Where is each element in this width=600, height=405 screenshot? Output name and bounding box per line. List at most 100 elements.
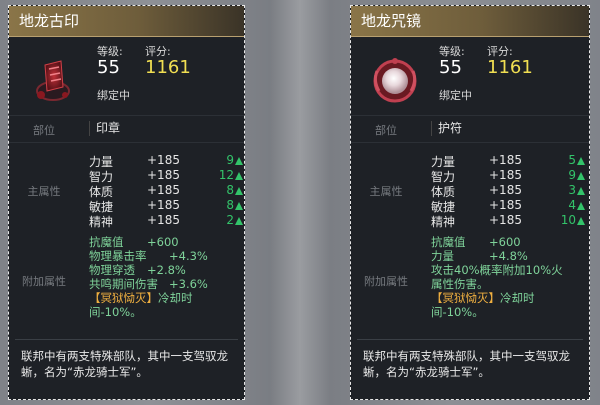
main-attributes: 主属性 力量 +185 5 智力 +185 9 体质 +185 3 敏捷 +18… <box>351 151 589 229</box>
main-attr-label: 主属性 <box>27 185 61 198</box>
attr-increase: 2 <box>226 213 243 227</box>
attr-increase: 9 <box>226 153 243 167</box>
attr-name: 精神 <box>89 215 114 229</box>
up-arrow-icon <box>235 217 243 225</box>
skill-name: 【冥狱恸灭】 <box>89 291 158 305</box>
attr-increase-value: 9 <box>568 168 576 182</box>
attr-value: +185 <box>489 153 522 167</box>
item-header: 等级: 评分: 55 1161 绑定中 <box>9 37 244 107</box>
extra-attr-value: +600 <box>147 235 179 249</box>
item-tooltip-card-seal: 地龙古印 等级: 评分: 55 1161 绑定中 部位 印章 主属性 力量 +1… <box>8 5 245 400</box>
attr-value: +185 <box>147 198 180 212</box>
bind-status: 绑定中 <box>439 89 472 102</box>
extra-attr-value: +600 <box>489 235 521 249</box>
attr-row: 敏捷 +185 4 <box>431 198 585 214</box>
extra-attr-value: +2.8% <box>147 263 186 277</box>
extra-attr-name: 物理暴击率 <box>89 249 147 263</box>
attr-increase: 9 <box>568 168 585 182</box>
slot-label: 部位 <box>33 124 55 137</box>
extra-attr-row: 抗魔值 +600 <box>431 235 571 249</box>
attr-name: 精神 <box>431 215 456 229</box>
extra-attr-name: 力量 <box>431 249 454 263</box>
up-arrow-icon <box>577 217 585 225</box>
attr-increase-value: 2 <box>226 213 234 227</box>
attr-increase: 5 <box>568 153 585 167</box>
slot-row: 部位 护符 <box>351 115 589 143</box>
seal-item-icon <box>36 60 70 101</box>
attr-increase-value: 10 <box>560 213 576 227</box>
attr-increase-value: 5 <box>568 153 576 167</box>
attr-row: 力量 +185 9 <box>89 153 243 169</box>
attr-increase-value: 12 <box>218 168 234 182</box>
item-title: 地龙古印 <box>9 6 244 37</box>
score-value: 1161 <box>145 57 191 78</box>
extra-attr-row: 物理穿透 +2.8% <box>89 263 209 277</box>
up-arrow-icon <box>235 202 243 210</box>
attr-value: +185 <box>147 213 180 227</box>
extra-attr-row: 物理暴击率 +4.3% <box>89 249 209 263</box>
attr-value: +185 <box>147 153 180 167</box>
attr-value: +185 <box>489 198 522 212</box>
item-header: 等级: 评分: 55 1161 绑定中 <box>351 37 589 107</box>
slot-row: 部位 印章 <box>9 115 244 143</box>
attr-value: +185 <box>489 183 522 197</box>
item-tooltip-card-mirror: 地龙咒镜 等级: 评分: 55 1161 绑定中 部位 护符 主属性 力量 +1… <box>350 5 590 400</box>
attr-increase: 8 <box>226 198 243 212</box>
attr-increase: 3 <box>568 183 585 197</box>
up-arrow-icon <box>577 187 585 195</box>
extra-attr-name: 抗魔值 <box>431 235 466 249</box>
up-arrow-icon <box>235 157 243 165</box>
level-value: 55 <box>97 57 120 78</box>
extra-attributes: 附加属性 抗魔值 +600 物理暴击率 +4.3% 物理穿透 +2.8% 共鸣期间伤害… <box>9 235 244 327</box>
item-description: 联邦中有两支特殊部队，其中一支驾驭龙蜥，名为“赤龙骑士军”。 <box>21 349 228 379</box>
bind-status: 绑定中 <box>97 89 130 102</box>
attr-increase-value: 9 <box>226 153 234 167</box>
level-value: 55 <box>439 57 462 78</box>
slot-label: 部位 <box>375 124 397 137</box>
attr-value: +185 <box>147 183 180 197</box>
extra-attr-list: 抗魔值 +600 力量 +4.8% 攻击40%概率附加10%火属性伤害。 【冥狱恸灭… <box>431 235 571 319</box>
up-arrow-icon <box>577 202 585 210</box>
main-attributes: 主属性 力量 +185 9 智力 +185 12 体质 +185 8 敏捷 +1… <box>9 151 244 229</box>
divider <box>15 339 238 340</box>
extra-attr-label: 附加属性 <box>22 275 66 288</box>
extra-attr-name: 抗魔值 <box>89 235 124 249</box>
extra-attr-name: 物理穿透 <box>89 263 135 277</box>
attr-row: 体质 +185 3 <box>431 183 585 199</box>
up-arrow-icon <box>235 172 243 180</box>
extra-attributes: 附加属性 抗魔值 +600 力量 +4.8% 攻击40%概率附加10%火属性伤害。 … <box>351 235 589 327</box>
extra-attr-row: 抗魔值 +600 <box>89 235 209 249</box>
attr-increase: 10 <box>561 213 585 227</box>
slot-value: 护符 <box>431 121 462 136</box>
extra-attr-row: 力量 +4.8% <box>431 249 571 263</box>
extra-attr-row: 共鸣期间伤害 +3.6% <box>89 277 209 291</box>
extra-attr-label: 附加属性 <box>364 275 408 288</box>
attr-increase-value: 8 <box>226 198 234 212</box>
attr-increase: 4 <box>568 198 585 212</box>
attr-increase: 8 <box>226 183 243 197</box>
up-arrow-icon <box>577 172 585 180</box>
up-arrow-icon <box>577 157 585 165</box>
item-title: 地龙咒镜 <box>351 6 589 37</box>
attr-row: 精神 +185 2 <box>89 213 243 229</box>
attr-increase-value: 3 <box>568 183 576 197</box>
skill-effect: 【冥狱恸灭】冷却时间-10%。 <box>89 291 209 319</box>
attr-value: +185 <box>489 168 522 182</box>
attr-row: 智力 +185 12 <box>89 168 243 184</box>
extra-attr-value: +4.3% <box>169 249 208 263</box>
attr-row: 智力 +185 9 <box>431 168 585 184</box>
divider <box>357 339 583 340</box>
attr-value: +185 <box>147 168 180 182</box>
attr-row: 体质 +185 8 <box>89 183 243 199</box>
attr-increase-value: 4 <box>568 198 576 212</box>
mirror-item-icon <box>373 58 417 103</box>
up-arrow-icon <box>235 187 243 195</box>
item-description: 联邦中有两支特殊部队，其中一支驾驭龙蜥，名为“赤龙骑士军”。 <box>363 349 570 379</box>
extra-attr-list: 抗魔值 +600 物理暴击率 +4.3% 物理穿透 +2.8% 共鸣期间伤害 +3.6%… <box>89 235 209 319</box>
attr-value: +185 <box>489 213 522 227</box>
attr-row: 敏捷 +185 8 <box>89 198 243 214</box>
attr-row: 精神 +185 10 <box>431 213 585 229</box>
extra-attr-value: +4.8% <box>489 249 528 263</box>
extra-attr-value: +3.6% <box>169 277 208 291</box>
skill-name: 【冥狱恸灭】 <box>431 291 500 305</box>
